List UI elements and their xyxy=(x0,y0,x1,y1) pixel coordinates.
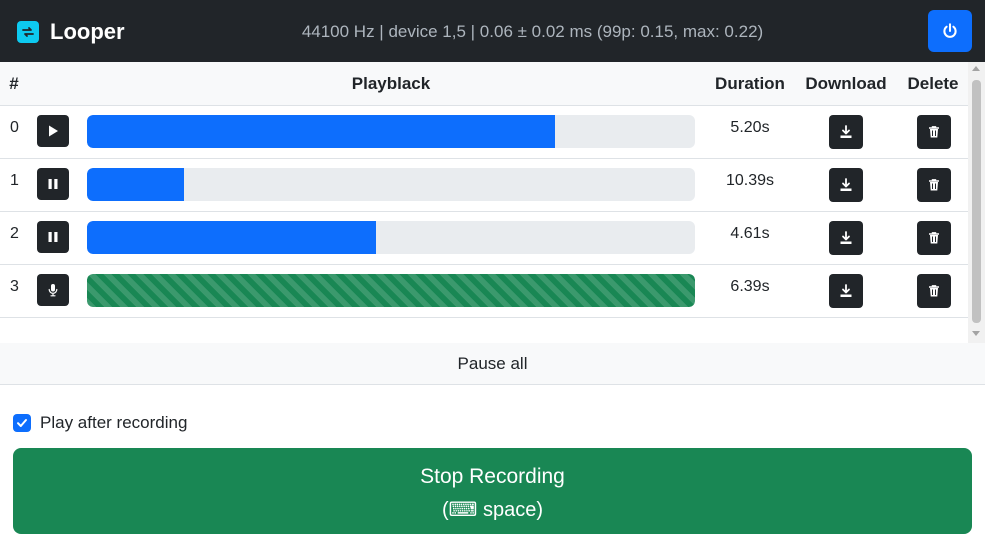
mic-icon xyxy=(48,284,58,297)
checkmark-icon xyxy=(17,419,27,427)
duration: 6.39s xyxy=(730,278,770,295)
download-icon xyxy=(840,284,852,297)
trash-icon xyxy=(929,232,939,244)
duration: 4.61s xyxy=(730,225,770,242)
app-title: Looper xyxy=(50,19,125,44)
download-button[interactable] xyxy=(829,168,863,202)
table-row: 1 10.39s xyxy=(0,159,968,212)
play-after-recording-toggle[interactable]: Play after recording xyxy=(13,411,187,435)
delete-button[interactable] xyxy=(917,115,951,149)
delete-button[interactable] xyxy=(917,221,951,255)
play-button[interactable] xyxy=(37,115,69,147)
record-button[interactable] xyxy=(37,274,69,306)
table-header: # Playblack Duration Download Delete xyxy=(0,62,968,106)
table-row: 2 4.61s xyxy=(0,212,968,265)
download-button[interactable] xyxy=(829,221,863,255)
table-row: 0 5.20s xyxy=(0,106,968,159)
row-index: 2 xyxy=(10,225,19,242)
playback-progress[interactable] xyxy=(87,115,695,148)
download-icon xyxy=(840,178,852,191)
progress-fill xyxy=(87,221,376,254)
pause-button[interactable] xyxy=(37,221,69,253)
recording-progress[interactable] xyxy=(87,274,695,307)
playback-progress[interactable] xyxy=(87,221,695,254)
recordings-table: # Playblack Duration Download Delete 0 5… xyxy=(0,62,985,343)
header-duration: Duration xyxy=(715,74,785,93)
navbar: Looper 44100 Hz | device 1,5 | 0.06 ± 0.… xyxy=(0,0,985,62)
duration: 10.39s xyxy=(725,172,775,189)
pause-all-button[interactable]: Pause all xyxy=(0,343,985,385)
stop-recording-shortcut-hint: (⌨ space) xyxy=(441,499,544,521)
pause-button[interactable] xyxy=(37,168,69,200)
header-index: # xyxy=(9,74,19,93)
audio-stats: 44100 Hz | device 1,5 | 0.06 ± 0.02 ms (… xyxy=(301,22,764,41)
table-scrollbar[interactable] xyxy=(968,62,985,343)
delete-button[interactable] xyxy=(917,274,951,308)
header-playback: Playblack xyxy=(351,74,431,93)
scroll-thumb[interactable] xyxy=(972,80,981,323)
scroll-up-arrow-icon[interactable] xyxy=(972,66,980,71)
scroll-down-arrow-icon[interactable] xyxy=(972,331,980,336)
play-after-recording-checkbox[interactable] xyxy=(13,414,31,432)
row-index: 0 xyxy=(10,119,19,136)
progress-fill xyxy=(87,168,185,201)
duration: 5.20s xyxy=(730,119,770,136)
stop-recording-label: Stop Recording xyxy=(420,465,565,488)
play-icon xyxy=(49,125,58,137)
table-row: 3 6.39s xyxy=(0,265,968,318)
delete-button[interactable] xyxy=(917,168,951,202)
download-icon xyxy=(840,231,852,244)
trash-icon xyxy=(929,285,939,297)
power-button[interactable] xyxy=(928,10,972,52)
download-icon xyxy=(840,125,852,138)
play-after-recording-label: Play after recording xyxy=(40,413,188,432)
progress-fill xyxy=(87,115,556,148)
pause-icon xyxy=(48,179,58,189)
download-button[interactable] xyxy=(829,115,863,149)
pause-icon xyxy=(48,232,58,242)
stop-recording-button[interactable]: Stop Recording (⌨ space) xyxy=(13,448,972,534)
row-index: 1 xyxy=(10,172,19,189)
recording-fill xyxy=(87,274,695,307)
download-button[interactable] xyxy=(829,274,863,308)
playback-progress[interactable] xyxy=(87,168,695,201)
power-icon xyxy=(943,23,957,38)
header-download: Download xyxy=(805,74,887,93)
trash-icon xyxy=(929,179,939,191)
row-index: 3 xyxy=(10,278,19,295)
loop-icon xyxy=(17,21,39,43)
header-delete: Delete xyxy=(907,74,959,93)
trash-icon xyxy=(929,126,939,138)
